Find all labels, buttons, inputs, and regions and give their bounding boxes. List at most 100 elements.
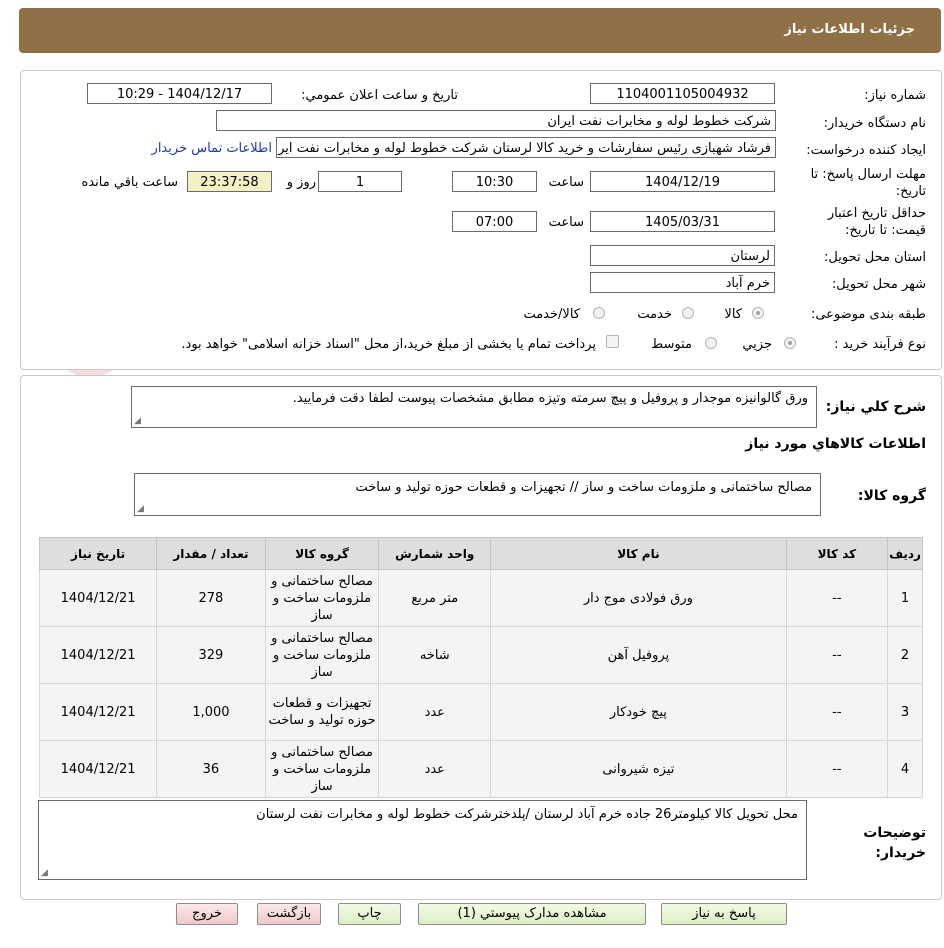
buyer-notes-field: محل تحویل کالا کیلومتر26 جاده خرم آباد ل… — [38, 800, 807, 880]
table-header-row: رديف کد کالا نام کالا واحد شمارش گروه کا… — [38, 537, 923, 570]
days-field: 1 — [318, 171, 402, 192]
cell-item-code: -- — [785, 740, 889, 798]
validity-label: حداقل تاريخ اعتبار قيمت: تا تاريخ: — [827, 206, 926, 238]
validity-time-field: 07:00 — [452, 211, 537, 232]
items-section-title: اطلاعات کالاهاي مورد نياز — [745, 436, 926, 452]
category-option-goods: کالا — [724, 307, 742, 322]
cell-unit: عدد — [378, 683, 492, 741]
col-quantity: تعداد / مقدار — [156, 537, 266, 570]
description-field: ورق گالوانیزه موجدار و پروفیل و پیچ سرمت… — [131, 386, 817, 428]
requester-field: فرشاد شهبازی رئیس سفارشات و خرید کالا لر… — [276, 137, 776, 158]
category-radio-goods-service[interactable] — [593, 307, 605, 319]
table-row: 4 -- تیزه شیروانی عدد مصالح ساختمانی و م… — [38, 740, 923, 798]
cell-need-date: 1404/12/21 — [38, 740, 158, 798]
remaining-label: ساعت باقي مانده — [81, 175, 178, 190]
description-text: ورق گالوانیزه موجدار و پروفیل و پیچ سرمت… — [292, 391, 808, 406]
goods-group-label: گروه کالا: — [857, 488, 926, 504]
process-radio-medium[interactable] — [705, 337, 717, 349]
cell-row-number: 1 — [887, 569, 923, 627]
deadline-date-field: 1404/12/19 — [590, 171, 775, 192]
days-label: روز و — [286, 175, 316, 190]
cell-row-number: 4 — [887, 740, 923, 798]
resize-grip-icon[interactable]: ◢ — [137, 504, 144, 514]
page-title: جزئیات اطلاعات نیاز — [784, 22, 915, 37]
buyer-notes-text: محل تحویل کالا کیلومتر26 جاده خرم آباد ل… — [256, 807, 798, 822]
need-number-field: 1104001105004932 — [590, 83, 775, 104]
city-label: شهر محل تحويل: — [831, 277, 926, 292]
cell-need-date: 1404/12/21 — [38, 626, 158, 684]
deadline-time-label: ساعت — [548, 175, 584, 190]
category-option-goods-service: کالا/خدمت — [523, 307, 580, 322]
validity-date-field: 1405/03/31 — [590, 211, 775, 232]
print-button[interactable]: چاپ — [338, 903, 401, 925]
process-radio-minor[interactable] — [784, 337, 796, 349]
province-field: لرستان — [590, 245, 775, 266]
buyer-notes-label: توضيحات خريدار: — [863, 825, 926, 861]
category-label: طبقه بندی موضوعی: — [810, 307, 926, 322]
cell-quantity: 278 — [156, 569, 266, 627]
cell-goods-group: مصالح ساختمانی و ملزومات ساخت و ساز — [264, 740, 380, 798]
cell-unit: عدد — [378, 740, 492, 798]
buyer-contact-link[interactable]: اطلاعات تماس خريدار — [152, 141, 272, 156]
table-row: 3 -- پیچ خودکار عدد تجهیزات و قطعات حوزه… — [38, 683, 923, 741]
province-label: استان محل تحويل: — [824, 250, 926, 265]
goods-group-field: مصالح ساختمانی و ملزومات ساخت و ساز // ت… — [134, 473, 821, 516]
table-row: 2 -- پروفیل آهن شاخه مصالح ساختمانی و مل… — [38, 626, 923, 684]
deadline-time-field: 10:30 — [452, 171, 537, 192]
process-option-minor: جزيي — [742, 337, 772, 352]
cell-item-name: تیزه شیروانی — [490, 740, 787, 798]
cell-quantity: 36 — [156, 740, 266, 798]
cell-item-code: -- — [785, 626, 889, 684]
process-option-medium: متوسط — [651, 337, 692, 352]
cell-quantity: 1,000 — [156, 683, 266, 741]
cell-need-date: 1404/12/21 — [38, 569, 158, 627]
announce-label: تاریخ و ساعت اعلان عمومي: — [301, 88, 458, 103]
view-attachments-button[interactable]: مشاهده مدارک پيوستي (1) — [418, 903, 646, 925]
cell-item-name: ورق فولادی موج دار — [490, 569, 787, 627]
category-radio-service[interactable] — [682, 307, 694, 319]
exit-button[interactable]: خروج — [176, 903, 238, 925]
col-item-code: کد کالا — [785, 537, 889, 570]
validity-time-label: ساعت — [548, 215, 584, 230]
need-number-label: شماره نیاز: — [864, 88, 926, 103]
page-header: جزئیات اطلاعات نیاز — [19, 8, 941, 53]
col-need-date: تاريخ نياز — [38, 537, 158, 570]
items-table: رديف کد کالا نام کالا واحد شمارش گروه کا… — [38, 537, 923, 798]
goods-group-text: مصالح ساختمانی و ملزومات ساخت و ساز // ت… — [355, 480, 812, 495]
resize-grip-icon[interactable]: ◢ — [41, 868, 48, 878]
payment-note: پرداخت تمام يا بخشی از مبلغ خريد،از محل … — [181, 337, 596, 352]
cell-quantity: 329 — [156, 626, 266, 684]
requester-label: ايجاد کننده درخواست: — [806, 143, 926, 158]
category-radio-goods[interactable] — [752, 307, 764, 319]
deadline-label: مهلت ارسال پاسخ: تا تاريخ: — [810, 167, 926, 199]
cell-unit: متر مربع — [378, 569, 492, 627]
back-button[interactable]: بازگشت — [257, 903, 321, 925]
cell-goods-group: مصالح ساختمانی و ملزومات ساخت و ساز — [264, 626, 380, 684]
col-item-name: نام کالا — [490, 537, 787, 570]
cell-item-code: -- — [785, 569, 889, 627]
table-row: 1 -- ورق فولادی موج دار متر مربع مصالح س… — [38, 569, 923, 627]
process-type-label: نوع فرآيند خريد : — [834, 337, 926, 352]
col-row-number: رديف — [887, 537, 923, 570]
cell-item-name: پیچ خودکار — [490, 683, 787, 741]
description-label: شرح کلي نياز: — [825, 399, 926, 415]
cell-item-code: -- — [785, 683, 889, 741]
city-field: خرم آباد — [590, 272, 775, 293]
announce-datetime-field: 1404/12/17 - 10:29 — [87, 83, 272, 104]
cell-row-number: 2 — [887, 626, 923, 684]
col-unit: واحد شمارش — [378, 537, 492, 570]
cell-goods-group: تجهیزات و قطعات حوزه تولید و ساخت — [264, 683, 380, 741]
cell-unit: شاخه — [378, 626, 492, 684]
cell-goods-group: مصالح ساختمانی و ملزومات ساخت و ساز — [264, 569, 380, 627]
cell-need-date: 1404/12/21 — [38, 683, 158, 741]
treasury-docs-checkbox[interactable] — [606, 335, 619, 348]
buyer-org-label: نام دستگاه خريدار: — [823, 116, 926, 131]
cell-row-number: 3 — [887, 683, 923, 741]
col-goods-group: گروه کالا — [264, 537, 380, 570]
cell-item-name: پروفیل آهن — [490, 626, 787, 684]
remaining-time-field: 23:37:58 — [187, 171, 272, 192]
reply-to-need-button[interactable]: پاسخ به نياز — [661, 903, 787, 925]
category-option-service: خدمت — [637, 307, 672, 322]
buyer-org-field: شرکت خطوط لوله و مخابرات نفت ايران — [216, 110, 776, 131]
resize-grip-icon[interactable]: ◢ — [134, 416, 141, 426]
